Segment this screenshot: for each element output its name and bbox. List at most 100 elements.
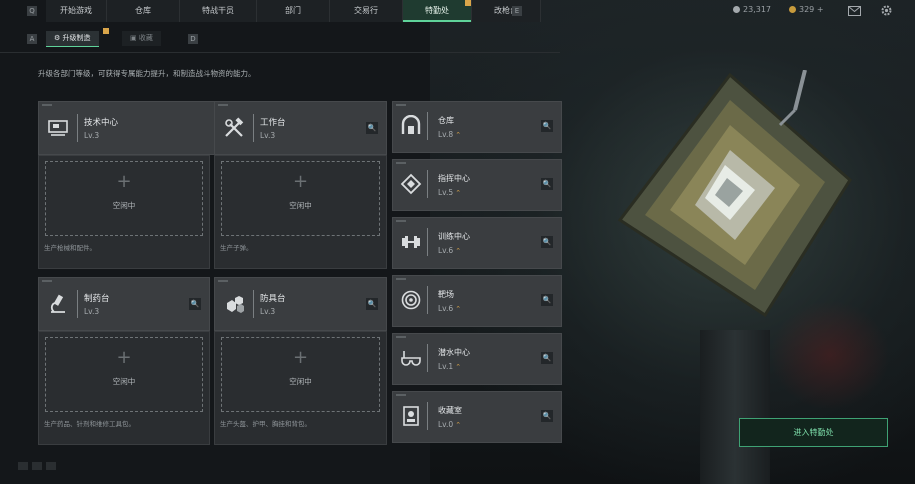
facility-card-training-center[interactable]: 训练中心 Lv.6 ⌃ 🔍	[392, 217, 562, 269]
production-slot-workbench[interactable]: + 空闲中 生产子弹。	[214, 155, 387, 269]
card-separator	[253, 290, 254, 318]
wrench-icon: ⚙	[54, 34, 63, 42]
upgrade-arrow-icon: ⌃	[455, 305, 462, 313]
subtab-upgrade-craft[interactable]: ⚙ 升级制造	[46, 31, 99, 47]
search-icon[interactable]: 🔍	[541, 178, 553, 190]
card-separator	[77, 114, 78, 142]
box-icon: ▣	[130, 34, 139, 42]
facility-name: 指挥中心	[438, 174, 470, 183]
gear-icon[interactable]	[880, 4, 893, 17]
search-icon[interactable]: 🔍	[541, 120, 553, 132]
tab-start-game[interactable]: 开始游戏	[46, 0, 107, 22]
silver-amount: 23,317	[743, 5, 771, 14]
search-icon[interactable]: 🔍	[541, 236, 553, 248]
plus-icon: +	[116, 347, 132, 368]
facility-card-collection-room[interactable]: 收藏室 Lv.0 ⌃ 🔍	[392, 391, 562, 443]
nav-prev-key[interactable]: Q	[27, 6, 37, 16]
target-icon	[401, 290, 421, 310]
facility-card-diving-center[interactable]: 潜水中心 Lv.1 ⌃ 🔍	[392, 333, 562, 385]
nav-next-key[interactable]: E	[512, 6, 522, 16]
tab-warehouse[interactable]: 仓库	[107, 0, 180, 22]
search-icon[interactable]: 🔍	[366, 122, 378, 134]
facility-level: Lv.6	[438, 304, 454, 313]
card-separator	[77, 290, 78, 318]
production-slot-tech-center[interactable]: + 空闲中 生产枪械和配件。	[38, 155, 210, 269]
upgrade-arrow-icon: ⌃	[455, 247, 462, 255]
workshop-name: 技术中心	[84, 118, 119, 128]
facility-name: 潜水中心	[438, 348, 470, 357]
armor-icon	[227, 296, 244, 313]
card-separator	[427, 402, 428, 430]
workshop-name: 防具台	[260, 294, 286, 304]
subtab-notification-badge	[103, 28, 109, 34]
slot-description: 生产枪械和配件。	[44, 244, 96, 252]
workshop-level: Lv.3	[260, 307, 276, 316]
tab-market[interactable]: 交易行	[330, 0, 403, 22]
tab-departments[interactable]: 部门	[257, 0, 330, 22]
production-slot-pharmacy[interactable]: + 空闲中 生产药品、针剂和维修工具包。	[38, 331, 210, 445]
microscope-icon	[50, 294, 65, 313]
workshop-card-armor-bench[interactable]: 防具台 Lv.3 🔍	[214, 277, 387, 331]
tab-special-ops[interactable]: 特勤处	[403, 0, 472, 22]
gold-coin-icon	[789, 6, 796, 13]
facility-level-row: Lv.8 ⌃	[438, 130, 461, 139]
subtab-next-key[interactable]: D	[188, 34, 198, 44]
plus-icon: +	[292, 171, 309, 192]
diving-mask-icon	[401, 351, 421, 366]
workshop-card-pharmacy[interactable]: 制药台 Lv.3 🔍	[38, 277, 210, 331]
slot-description: 生产头盔、护甲、胸挂和背包。	[220, 420, 311, 428]
search-icon[interactable]: 🔍	[366, 298, 378, 310]
workshop-card-workbench[interactable]: 工作台 Lv.3 🔍	[214, 101, 387, 155]
workshop-name: 工作台	[260, 118, 286, 128]
card-corner-mark	[396, 162, 406, 164]
facility-level: Lv.6	[438, 246, 454, 255]
workshop-level: Lv.3	[84, 131, 100, 140]
subtab-upgrade-label: 升级制造	[62, 34, 91, 42]
card-separator	[427, 344, 428, 372]
tools-icon	[225, 117, 244, 137]
footer-mark	[46, 462, 56, 470]
card-corner-mark	[396, 394, 406, 396]
facility-card-command-center[interactable]: 指挥中心 Lv.5 ⌃ 🔍	[392, 159, 562, 211]
search-icon[interactable]: 🔍	[541, 352, 553, 364]
workshop-level: Lv.3	[84, 307, 100, 316]
facility-name: 收藏室	[438, 406, 462, 415]
card-corner-mark	[396, 278, 406, 280]
slot-status: 空闲中	[112, 201, 136, 210]
mail-icon[interactable]	[848, 6, 861, 16]
card-corner-mark	[42, 280, 52, 282]
tab-gunsmith[interactable]: 改枪台	[472, 0, 541, 22]
slot-status: 空闲中	[112, 377, 136, 386]
search-icon[interactable]: 🔍	[541, 410, 553, 422]
subtab-collection[interactable]: ▣ 收藏	[122, 31, 161, 46]
enter-special-ops-button[interactable]: 进入特勤处	[739, 418, 888, 447]
card-corner-mark	[396, 220, 406, 222]
top-navigation: Q 开始游戏 仓库 特战干员 部门 交易行 特勤处 改枪台 E 23,317 3…	[0, 0, 915, 22]
footer-indicators	[18, 462, 56, 470]
silver-coin-icon	[733, 6, 740, 13]
warehouse-icon	[401, 115, 421, 134]
facility-level: Lv.1	[438, 362, 454, 371]
facility-level-row: Lv.5 ⌃	[438, 188, 461, 197]
production-slot-armor-bench[interactable]: + 空闲中 生产头盔、护甲、胸挂和背包。	[214, 331, 387, 445]
notification-badge	[465, 0, 471, 6]
facility-card-warehouse[interactable]: 仓库 Lv.8 ⌃ 🔍	[392, 101, 562, 153]
tab-operators[interactable]: 特战干员	[180, 0, 257, 22]
subtab-prev-key[interactable]: A	[27, 34, 37, 44]
search-icon[interactable]: 🔍	[189, 298, 201, 310]
plus-icon: +	[292, 347, 309, 368]
monitor-icon	[48, 120, 68, 136]
facility-level-row: Lv.0 ⌃	[438, 420, 461, 429]
nav-tab-bar: 开始游戏 仓库 特战干员 部门 交易行 特勤处 改枪台	[46, 0, 541, 22]
card-corner-mark	[396, 336, 406, 338]
card-corner-mark	[218, 104, 228, 106]
upgrade-arrow-icon: ⌃	[455, 363, 462, 371]
page-description: 升级各部门等级，可获得专属能力提升，和制造战斗物资的能力。	[38, 69, 256, 78]
gold-currency[interactable]: 329 +	[789, 5, 824, 14]
search-icon[interactable]: 🔍	[541, 294, 553, 306]
facility-card-shooting-range[interactable]: 靶场 Lv.6 ⌃ 🔍	[392, 275, 562, 327]
upgrade-arrow-icon: ⌃	[455, 189, 462, 197]
plus-icon: +	[116, 171, 132, 192]
card-corner-mark	[42, 104, 52, 106]
card-separator	[427, 170, 428, 198]
